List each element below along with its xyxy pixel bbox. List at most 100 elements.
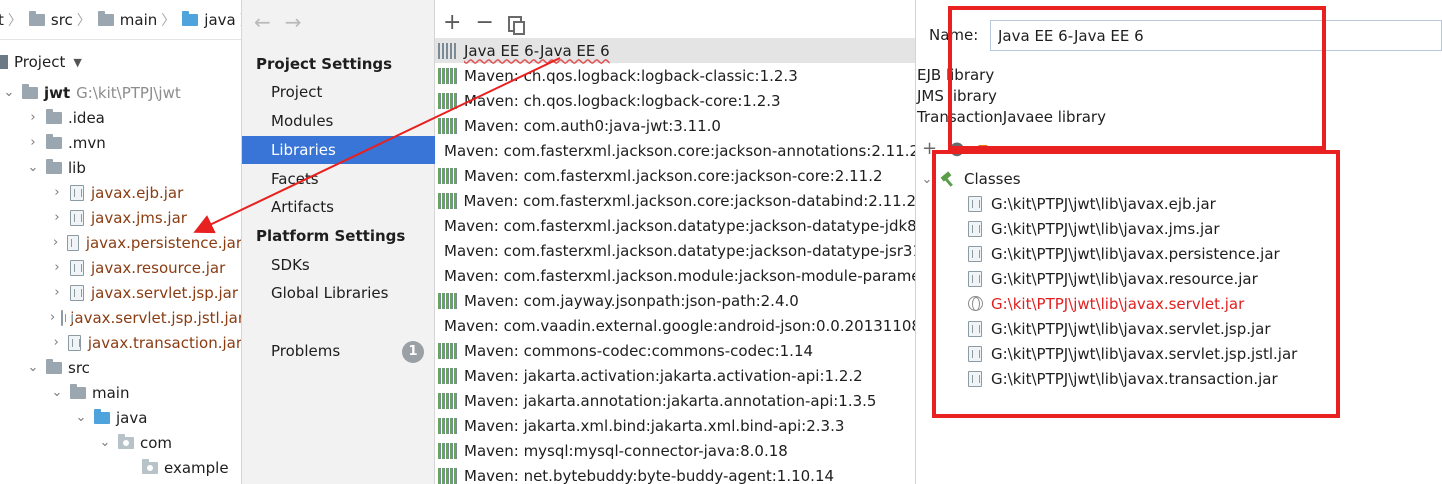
platform-settings-heading: Platform Settings bbox=[256, 227, 406, 245]
chevron-down-icon[interactable]: ⌄ bbox=[26, 360, 40, 375]
library-label: Maven: com.fasterxml.jackson.datatype:ja… bbox=[444, 241, 916, 260]
tree-item-label: lib bbox=[68, 158, 86, 177]
library-item[interactable]: Maven: com.fasterxml.jackson.datatype:ja… bbox=[435, 238, 916, 263]
library-item[interactable]: Maven: com.jayway.jsonpath:json-path:2.4… bbox=[435, 288, 915, 313]
library-item[interactable]: Maven: commons-codec:commons-codec:1.14 bbox=[435, 338, 915, 363]
add-icon[interactable]: + bbox=[443, 10, 461, 35]
library-label: Maven: com.jayway.jsonpath:json-path:2.4… bbox=[464, 291, 799, 310]
library-item[interactable]: Maven: jakarta.xml.bind:jakarta.xml.bind… bbox=[435, 413, 915, 438]
library-item[interactable]: Maven: ch.qos.logback:logback-core:1.2.3 bbox=[435, 88, 915, 113]
library-item[interactable]: Maven: net.bytebuddy:byte-buddy-agent:1.… bbox=[435, 463, 915, 484]
package-icon bbox=[142, 458, 158, 474]
nav-item-global-libraries[interactable]: Global Libraries bbox=[242, 279, 435, 307]
library-label: Maven: com.fasterxml.jackson.core:jackso… bbox=[444, 141, 916, 160]
chevron-right-icon[interactable]: › bbox=[26, 135, 40, 150]
tree-item-label: javax.jms.jar bbox=[91, 208, 187, 227]
library-icon bbox=[438, 417, 458, 434]
folder-icon bbox=[97, 10, 114, 26]
breadcrumb-item-root[interactable]: t〉 bbox=[0, 10, 27, 30]
chevron-right-icon[interactable]: › bbox=[50, 260, 64, 275]
tree-item-jar[interactable]: › javax.servlet.jsp.jar bbox=[0, 280, 241, 305]
library-item[interactable]: Maven: ch.qos.logback:logback-classic:1.… bbox=[435, 63, 915, 88]
jar-icon bbox=[68, 334, 81, 351]
tree-item-jar[interactable]: › javax.persistence.jar bbox=[0, 230, 241, 255]
tree-item[interactable]: ⌄ main bbox=[0, 380, 241, 405]
library-item[interactable]: Maven: com.fasterxml.jackson.core:jackso… bbox=[435, 188, 915, 213]
copy-icon[interactable] bbox=[507, 16, 525, 35]
nav-item-libraries[interactable]: Libraries bbox=[242, 136, 435, 164]
library-label: Maven: com.fasterxml.jackson.datatype:ja… bbox=[444, 216, 916, 235]
breadcrumb-item-src[interactable]: src 〉 bbox=[28, 10, 96, 30]
breadcrumb-item-java[interactable]: java〉 bbox=[182, 10, 241, 30]
library-item[interactable]: Maven: com.fasterxml.jackson.core:jackso… bbox=[435, 138, 916, 163]
tree-item[interactable]: ⌄ java bbox=[0, 405, 241, 430]
library-item[interactable]: Maven: com.fasterxml.jackson.module:jack… bbox=[435, 263, 915, 288]
jar-icon bbox=[70, 284, 84, 301]
tree-item[interactable]: ⌄ com bbox=[0, 430, 241, 455]
tree-item[interactable]: › .idea bbox=[0, 105, 241, 130]
library-item[interactable]: Maven: com.auth0:java-jwt:3.11.0 bbox=[435, 113, 915, 138]
library-item[interactable]: Maven: mysql:mysql-connector-java:8.0.18 bbox=[435, 438, 915, 463]
nav-item-modules[interactable]: Modules bbox=[242, 107, 435, 135]
library-item[interactable]: Maven: com.fasterxml.jackson.datatype:ja… bbox=[435, 213, 916, 238]
library-item[interactable]: Maven: jakarta.annotation:jakarta.annota… bbox=[435, 388, 915, 413]
library-icon bbox=[438, 92, 458, 109]
tree-item-jar[interactable]: › javax.resource.jar bbox=[0, 255, 241, 280]
chevron-right-icon[interactable]: › bbox=[26, 110, 40, 125]
chevron-right-icon[interactable]: › bbox=[50, 285, 64, 300]
tree-item-jar[interactable]: › javax.servlet.jsp.jstl.jar bbox=[0, 305, 241, 330]
breadcrumb-item-main[interactable]: main 〉 bbox=[97, 10, 180, 30]
library-item[interactable]: Java EE 6-Java EE 6 bbox=[435, 38, 915, 63]
chevron-right-icon: 〉 bbox=[76, 12, 91, 29]
tree-item[interactable]: ⌄ lib bbox=[0, 155, 241, 180]
folder-icon bbox=[28, 10, 45, 26]
chevron-right-icon[interactable]: › bbox=[50, 335, 62, 350]
library-label: Maven: ch.qos.logback:logback-core:1.2.3 bbox=[464, 91, 781, 110]
remove-icon[interactable]: − bbox=[475, 10, 493, 35]
library-label: Maven: ch.qos.logback:logback-classic:1.… bbox=[464, 66, 798, 85]
tree-item-jar[interactable]: › javax.jms.jar bbox=[0, 205, 241, 230]
chevron-down-icon[interactable]: ⌄ bbox=[26, 160, 40, 175]
library-label: Maven: com.vaadin.external.google:androi… bbox=[444, 316, 916, 335]
tree-item-label: javax.resource.jar bbox=[91, 258, 226, 277]
annotation-box-classes bbox=[932, 150, 1340, 418]
library-label: Java EE 6-Java EE 6 bbox=[464, 41, 610, 60]
library-item[interactable]: Maven: com.vaadin.external.google:androi… bbox=[435, 313, 916, 338]
back-arrow-icon[interactable]: ← bbox=[254, 10, 285, 34]
chevron-right-icon[interactable]: › bbox=[50, 185, 64, 200]
tree-item-jar[interactable]: › javax.ejb.jar bbox=[0, 180, 241, 205]
jar-icon bbox=[61, 309, 74, 326]
chevron-down-icon[interactable]: ⌄ bbox=[2, 85, 16, 100]
project-tree: ⌄ jwt G:\kit\PTPJ\jwt › .idea › .mvn ⌄ lib › javax… bbox=[0, 80, 241, 480]
jar-icon bbox=[70, 209, 84, 226]
tree-item[interactable]: ⌄ src bbox=[0, 355, 241, 380]
tree-item[interactable]: › .mvn bbox=[0, 130, 241, 155]
forward-arrow-icon[interactable]: → bbox=[285, 10, 316, 34]
libraries-toolbar: + − bbox=[443, 8, 536, 36]
nav-item-facets[interactable]: Facets bbox=[242, 165, 435, 193]
chevron-down-icon[interactable]: ⌄ bbox=[98, 435, 112, 450]
nav-item-artifacts[interactable]: Artifacts bbox=[242, 193, 435, 221]
library-icon bbox=[438, 167, 458, 184]
library-item[interactable]: Maven: com.fasterxml.jackson.core:jackso… bbox=[435, 163, 915, 188]
libraries-panel: + − Java EE 6-Java EE 6 Maven: ch.qos.log… bbox=[435, 0, 916, 484]
tree-item-label: javax.servlet.jsp.jar bbox=[91, 283, 239, 302]
library-item[interactable]: Maven: jakarta.activation:jakarta.activa… bbox=[435, 363, 915, 388]
chevron-down-icon[interactable]: ⌄ bbox=[50, 385, 64, 400]
source-folder-icon bbox=[94, 408, 110, 424]
library-label: Maven: jakarta.activation:jakarta.activa… bbox=[464, 366, 863, 385]
project-view-selector[interactable]: Project ▼ bbox=[0, 48, 82, 76]
chevron-right-icon[interactable]: › bbox=[50, 210, 64, 225]
nav-item-project[interactable]: Project bbox=[242, 78, 435, 106]
tree-item-label: jwt bbox=[44, 83, 71, 102]
tree-item[interactable]: ⌄ jwt G:\kit\PTPJ\jwt bbox=[0, 80, 241, 105]
breadcrumb-label: src bbox=[50, 10, 73, 29]
chevron-right-icon[interactable]: › bbox=[50, 235, 61, 250]
tree-item-label: .mvn bbox=[68, 133, 106, 152]
chevron-right-icon[interactable]: › bbox=[50, 310, 55, 325]
chevron-down-icon[interactable]: ⌄ bbox=[74, 410, 88, 425]
tree-item-jar[interactable]: › javax.transaction.jar bbox=[0, 330, 241, 355]
nav-item-sdks[interactable]: SDKs bbox=[242, 251, 435, 279]
tree-item[interactable]: example bbox=[0, 455, 241, 480]
problems-count-badge: 1 bbox=[402, 341, 424, 363]
